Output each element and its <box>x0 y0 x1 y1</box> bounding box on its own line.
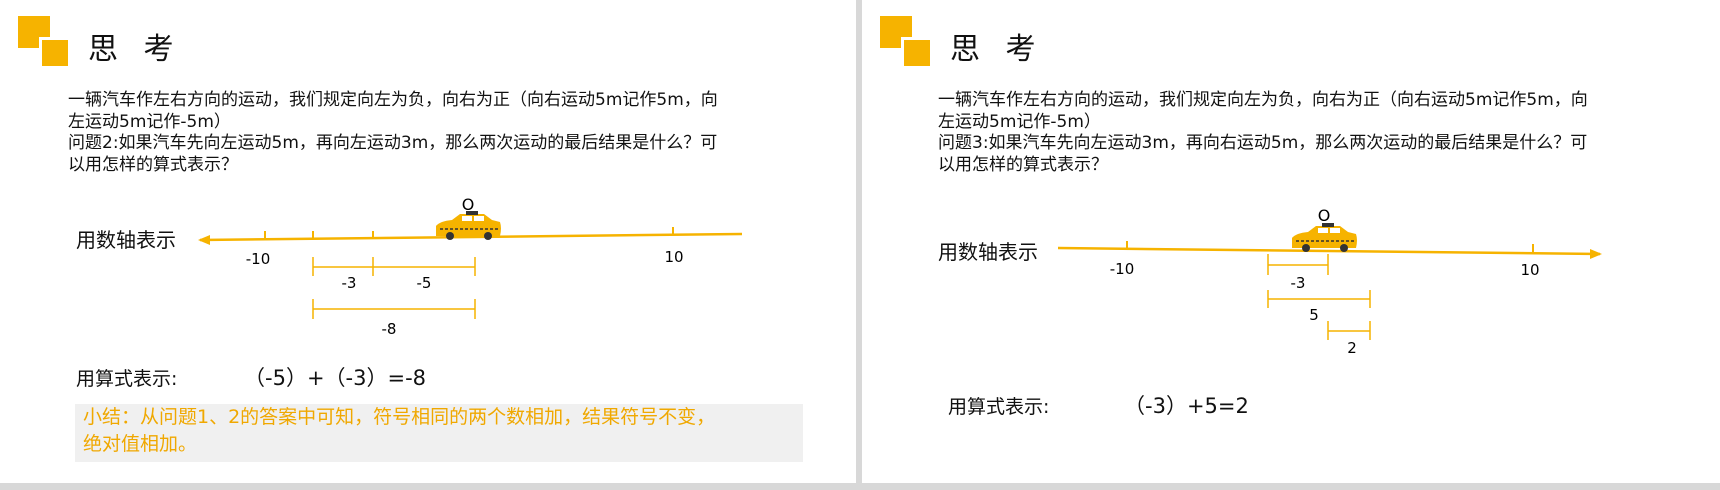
axis-arrow <box>1590 249 1602 259</box>
tick-label: -10 <box>1110 260 1135 278</box>
formula: （-3）+5=2 <box>1124 394 1249 418</box>
tick-label: 10 <box>664 248 683 266</box>
formula-label: 用算式表示: <box>948 396 1050 418</box>
slide-left: 思 考 一辆汽车作左右方向的运动，我们规定向左为负，向右为正（向右运动5m记作5… <box>0 0 856 483</box>
summary-box: 小结：从问题1、2的答案中可知，符号相同的两个数相加，结果符号不变， 绝对值相加… <box>75 404 803 462</box>
summary-line: 绝对值相加。 <box>83 433 198 455</box>
number-line-diagram: O -10 10 -3 5 2 <box>1057 206 1602 357</box>
formula: （-5）+（-3）=-8 <box>244 366 427 390</box>
segment-label: 5 <box>1309 306 1319 324</box>
axis-arrow <box>198 235 210 245</box>
tick-label: 10 <box>1520 261 1539 279</box>
segment-label: -8 <box>382 320 397 338</box>
slide-right: 思 考 一辆汽车作左右方向的运动，我们规定向左为负，向右为正（向右运动5m记作5… <box>862 0 1720 483</box>
formula-label: 用算式表示: <box>76 368 178 390</box>
segment-label: -3 <box>1291 274 1306 292</box>
segment-label: 2 <box>1347 339 1357 357</box>
summary-line: 小结：从问题1、2的答案中可知，符号相同的两个数相加，结果符号不变， <box>83 406 716 428</box>
origin-label: O <box>1318 206 1331 225</box>
number-line-diagram: O -10 10 -3 -5 -8 <box>198 195 743 338</box>
segment-label: -5 <box>417 274 432 292</box>
segment-label: -3 <box>342 274 357 292</box>
tick-label: -10 <box>246 250 271 268</box>
axis-line <box>1057 246 1601 256</box>
taxi-icon <box>436 211 501 240</box>
taxi-icon <box>1292 223 1357 252</box>
